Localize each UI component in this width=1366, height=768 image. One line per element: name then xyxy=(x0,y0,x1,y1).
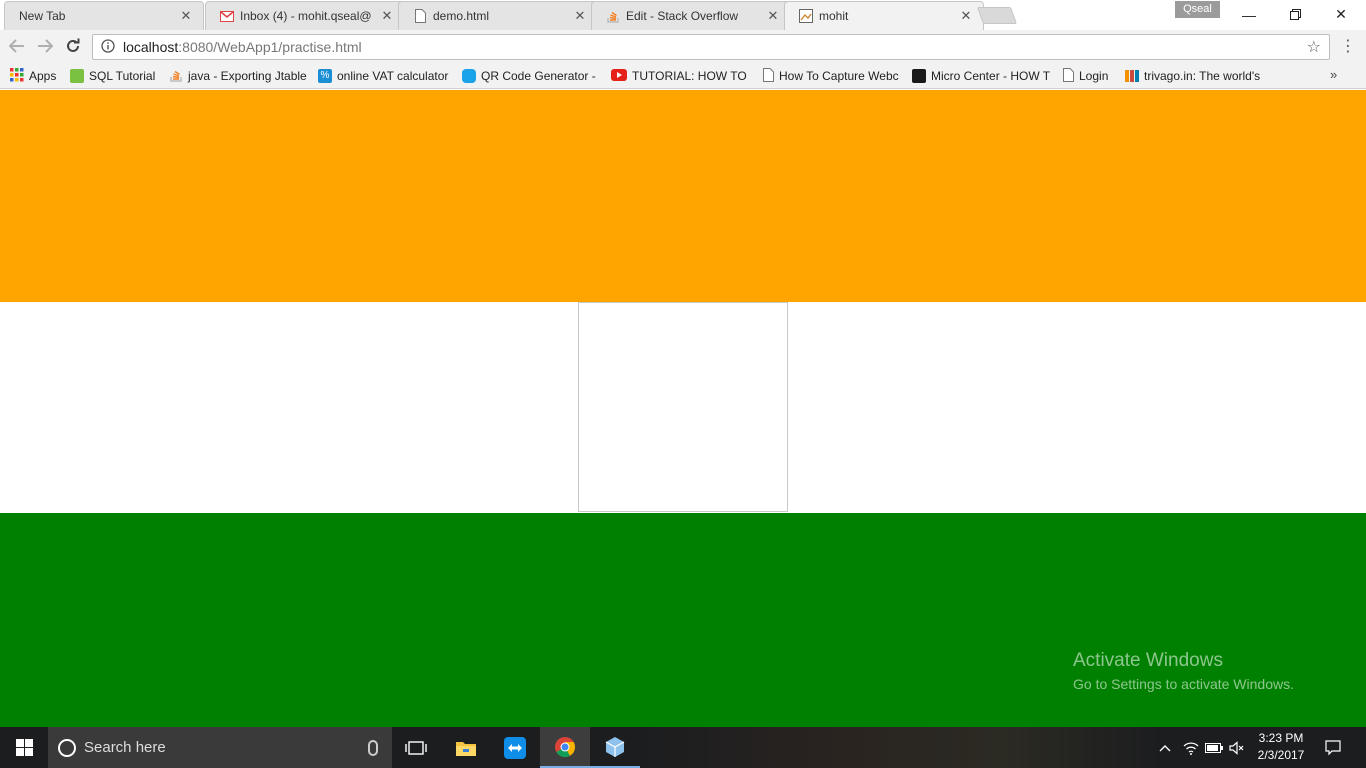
battery-icon[interactable] xyxy=(1203,727,1225,768)
bookmark-label: SQL Tutorial xyxy=(89,69,156,83)
close-icon[interactable]: ✕ xyxy=(380,8,394,24)
bookmark-label: online VAT calculator xyxy=(337,69,449,83)
bookmark-label: Micro Center - HOW T xyxy=(931,69,1051,83)
info-icon[interactable] xyxy=(101,38,115,56)
center-box xyxy=(578,302,788,512)
bookmark-tutorial[interactable]: TUTORIAL: HOW TO IN xyxy=(611,67,751,85)
bookmark-label: trivago.in: The world's xyxy=(1144,69,1261,83)
trivago-icon xyxy=(1125,68,1139,85)
tab-new-tab[interactable]: New Tab ✕ xyxy=(4,1,204,30)
windows-start-icon[interactable] xyxy=(0,727,48,768)
page-viewport: Activate Windows Go to Settings to activ… xyxy=(0,90,1366,727)
close-window-icon[interactable]: ✕ xyxy=(1318,0,1364,29)
bookmark-sql-tutorial[interactable]: SQL Tutorial xyxy=(70,67,162,85)
close-icon[interactable]: ✕ xyxy=(573,8,587,24)
tab-title: mohit xyxy=(819,9,849,23)
bookmark-label: java - Exporting Jtable xyxy=(188,69,307,83)
tab-inbox[interactable]: Inbox (4) - mohit.qseal@ ✕ xyxy=(205,1,405,30)
clock-time: 3:23 PM xyxy=(1258,731,1304,745)
tab-demo[interactable]: demo.html ✕ xyxy=(398,1,598,30)
apps-grid-icon xyxy=(10,67,24,85)
url-host: localhost xyxy=(123,39,179,55)
bookmark-label: How To Capture Webc xyxy=(779,69,899,83)
bookmark-label: Login xyxy=(1079,69,1109,83)
qr-icon xyxy=(462,69,476,83)
chrome-icon[interactable] xyxy=(540,727,590,768)
tab-title: Inbox (4) - mohit.qseal@ xyxy=(240,9,372,23)
bookmark-apps[interactable]: Apps xyxy=(10,67,62,85)
tab-title: New Tab xyxy=(19,9,66,23)
tab-mohit[interactable]: mohit ✕ xyxy=(784,1,984,30)
address-bar[interactable]: localhost:8080/WebApp1/practise.html ☆ xyxy=(92,34,1330,60)
bookmark-label: Apps xyxy=(29,69,57,83)
bookmark-qr-generator[interactable]: QR Code Generator - xyxy=(462,67,598,85)
reload-icon[interactable] xyxy=(62,35,84,57)
teamviewer-icon[interactable] xyxy=(490,727,540,768)
bookmark-label: TUTORIAL: HOW TO IN xyxy=(632,69,751,83)
system-clock[interactable]: 3:23 PM 2/3/2017 xyxy=(1250,730,1312,764)
url-text: localhost:8080/WebApp1/practise.html xyxy=(123,39,362,55)
bookmark-capture-webcam[interactable]: How To Capture Webc xyxy=(763,67,901,85)
bookmark-micro-center[interactable]: Micro Center - HOW T xyxy=(912,67,1052,85)
wifi-icon[interactable] xyxy=(1180,727,1202,768)
watermark-title: Activate Windows xyxy=(1073,650,1223,671)
volume-muted-icon[interactable] xyxy=(1226,727,1248,768)
stackoverflow-icon xyxy=(606,9,620,23)
tab-strip: New Tab ✕ Inbox (4) - mohit.qseal@ ✕ dem… xyxy=(0,0,1366,30)
virtualbox-icon[interactable] xyxy=(590,727,640,768)
watermark-subtitle: Go to Settings to activate Windows. xyxy=(1073,676,1294,692)
bookmark-star-icon[interactable]: ☆ xyxy=(1307,37,1321,57)
toolbar: localhost:8080/WebApp1/practise.html ☆ ⋮ xyxy=(0,30,1366,63)
bookmark-label: QR Code Generator - xyxy=(481,69,596,83)
taskbar-wallpaper xyxy=(640,727,1160,768)
show-hidden-icons-icon[interactable] xyxy=(1154,727,1176,768)
taskbar-search[interactable]: Search here xyxy=(48,727,392,768)
close-icon[interactable]: ✕ xyxy=(766,8,780,24)
youtube-icon xyxy=(611,68,627,84)
bookmark-java-jtable[interactable]: java - Exporting Jtable xyxy=(169,67,307,85)
microcenter-icon xyxy=(912,69,926,83)
page-icon xyxy=(413,9,427,23)
bookmarks-more-button[interactable]: » xyxy=(1330,67,1337,82)
action-center-icon[interactable] xyxy=(1318,727,1348,768)
close-icon[interactable]: ✕ xyxy=(959,8,973,24)
minimize-icon[interactable]: — xyxy=(1226,0,1272,29)
green-band xyxy=(0,513,1366,727)
new-tab-button[interactable] xyxy=(976,7,1018,24)
url-path: :8080/WebApp1/practise.html xyxy=(178,39,362,55)
back-icon[interactable] xyxy=(6,35,28,57)
image-icon xyxy=(799,9,813,23)
profile-button[interactable]: Qseal xyxy=(1175,1,1220,18)
bookmark-vat-calculator[interactable]: % online VAT calculator xyxy=(318,67,454,85)
activate-windows-watermark: Activate Windows Go to Settings to activ… xyxy=(1073,650,1294,692)
file-explorer-icon[interactable] xyxy=(441,727,491,768)
close-icon[interactable]: ✕ xyxy=(179,8,193,24)
forward-icon[interactable] xyxy=(34,35,56,57)
stackoverflow-icon xyxy=(169,68,183,85)
restore-icon[interactable] xyxy=(1272,0,1318,29)
gmail-icon xyxy=(220,9,234,23)
bookmark-trivago[interactable]: trivago.in: The world's xyxy=(1125,67,1265,85)
saffron-band xyxy=(0,90,1366,302)
tab-title: Edit - Stack Overflow xyxy=(626,9,739,23)
tab-title: demo.html xyxy=(433,9,490,23)
taskbar: Search here 3:23 PM 2/3/2017 xyxy=(0,727,1366,768)
cortana-icon xyxy=(58,738,76,757)
bookmarks-bar: Apps SQL Tutorial java - Exporting Jtabl… xyxy=(0,63,1366,89)
page-icon xyxy=(763,67,774,85)
task-view-icon[interactable] xyxy=(391,727,441,768)
search-placeholder: Search here xyxy=(84,739,166,756)
clock-date: 2/3/2017 xyxy=(1257,748,1305,762)
microphone-icon[interactable] xyxy=(368,739,378,756)
tab-stackoverflow[interactable]: Edit - Stack Overflow ✕ xyxy=(591,1,791,30)
bookmark-login[interactable]: Login xyxy=(1063,67,1119,85)
percent-icon: % xyxy=(318,69,332,83)
w3schools-icon xyxy=(70,69,84,83)
menu-icon[interactable]: ⋮ xyxy=(1338,36,1358,58)
page-icon xyxy=(1063,67,1074,85)
